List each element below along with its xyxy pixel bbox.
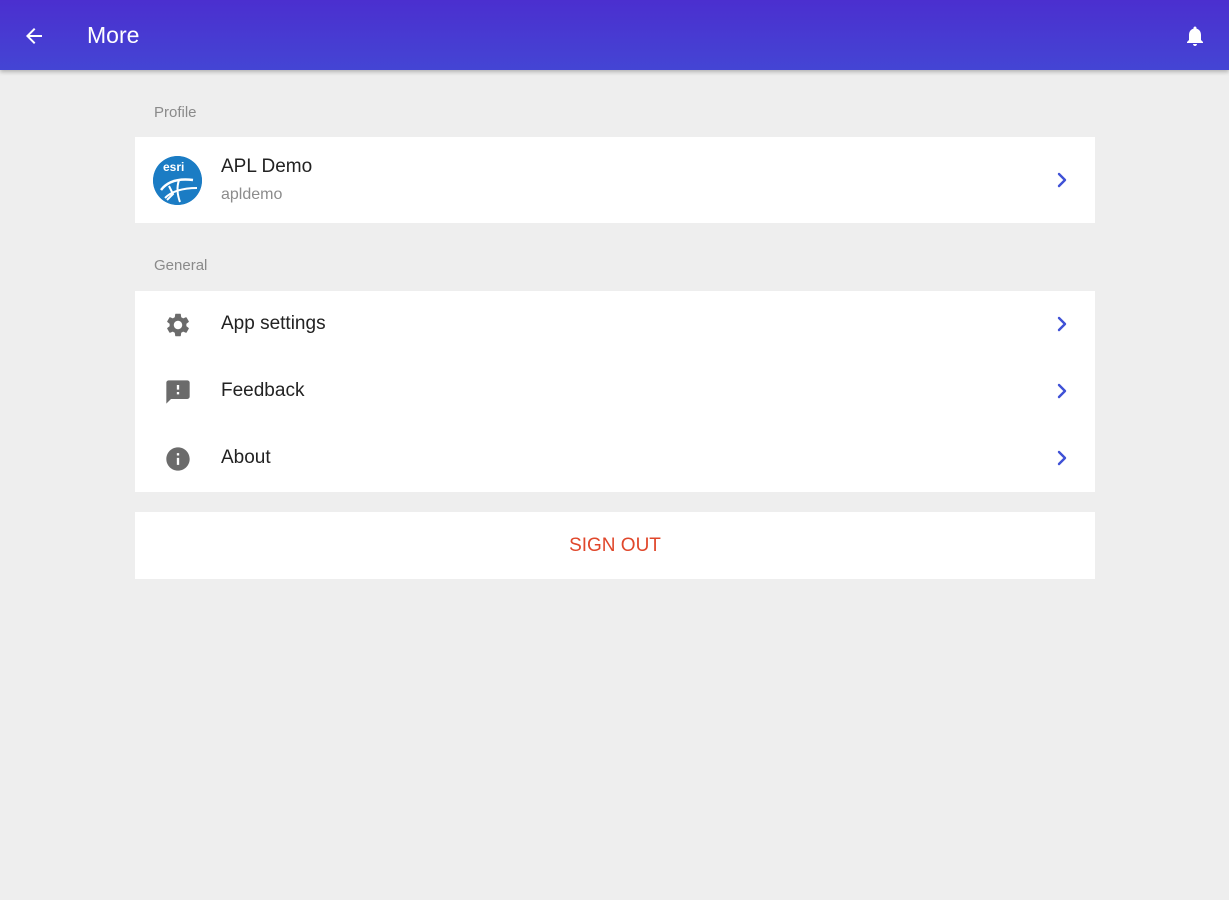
menu-item-label: App settings: [221, 313, 326, 334]
back-button[interactable]: [20, 22, 48, 50]
info-icon: [166, 447, 190, 471]
profile-row[interactable]: esri APL Demo apldemo: [135, 137, 1095, 223]
profile-card: esri APL Demo apldemo: [135, 137, 1095, 223]
notifications-button[interactable]: [1181, 22, 1209, 50]
chevron-right-icon: [1057, 316, 1067, 332]
profile-username: apldemo: [221, 186, 283, 203]
menu-item-app-settings[interactable]: App settings: [135, 291, 1095, 358]
feedback-icon: [166, 380, 190, 404]
chevron-right-icon: [1057, 450, 1067, 466]
app-bar: More: [0, 0, 1229, 70]
bell-icon: [1187, 26, 1203, 46]
chevron-right-icon: [1057, 172, 1067, 188]
menu-item-label: About: [221, 447, 271, 468]
general-section-label: General: [154, 257, 208, 274]
avatar: esri: [153, 156, 202, 205]
menu-item-about[interactable]: About: [135, 425, 1095, 492]
menu-item-feedback[interactable]: Feedback: [135, 358, 1095, 425]
main-content: Profile esri APL Demo apldemo General Ap…: [135, 70, 1095, 579]
avatar-logo-text: esri: [163, 160, 185, 174]
general-card: App settings Feedback About: [135, 291, 1095, 492]
menu-item-label: Feedback: [221, 380, 305, 401]
arrow-back-icon: [26, 28, 42, 44]
page-title: More: [87, 22, 140, 48]
profile-section-label: Profile: [154, 104, 197, 121]
profile-name: APL Demo: [221, 156, 313, 177]
chevron-right-icon: [1057, 383, 1067, 399]
sign-out-button[interactable]: SIGN OUT: [135, 512, 1095, 579]
gear-icon: [167, 313, 189, 337]
